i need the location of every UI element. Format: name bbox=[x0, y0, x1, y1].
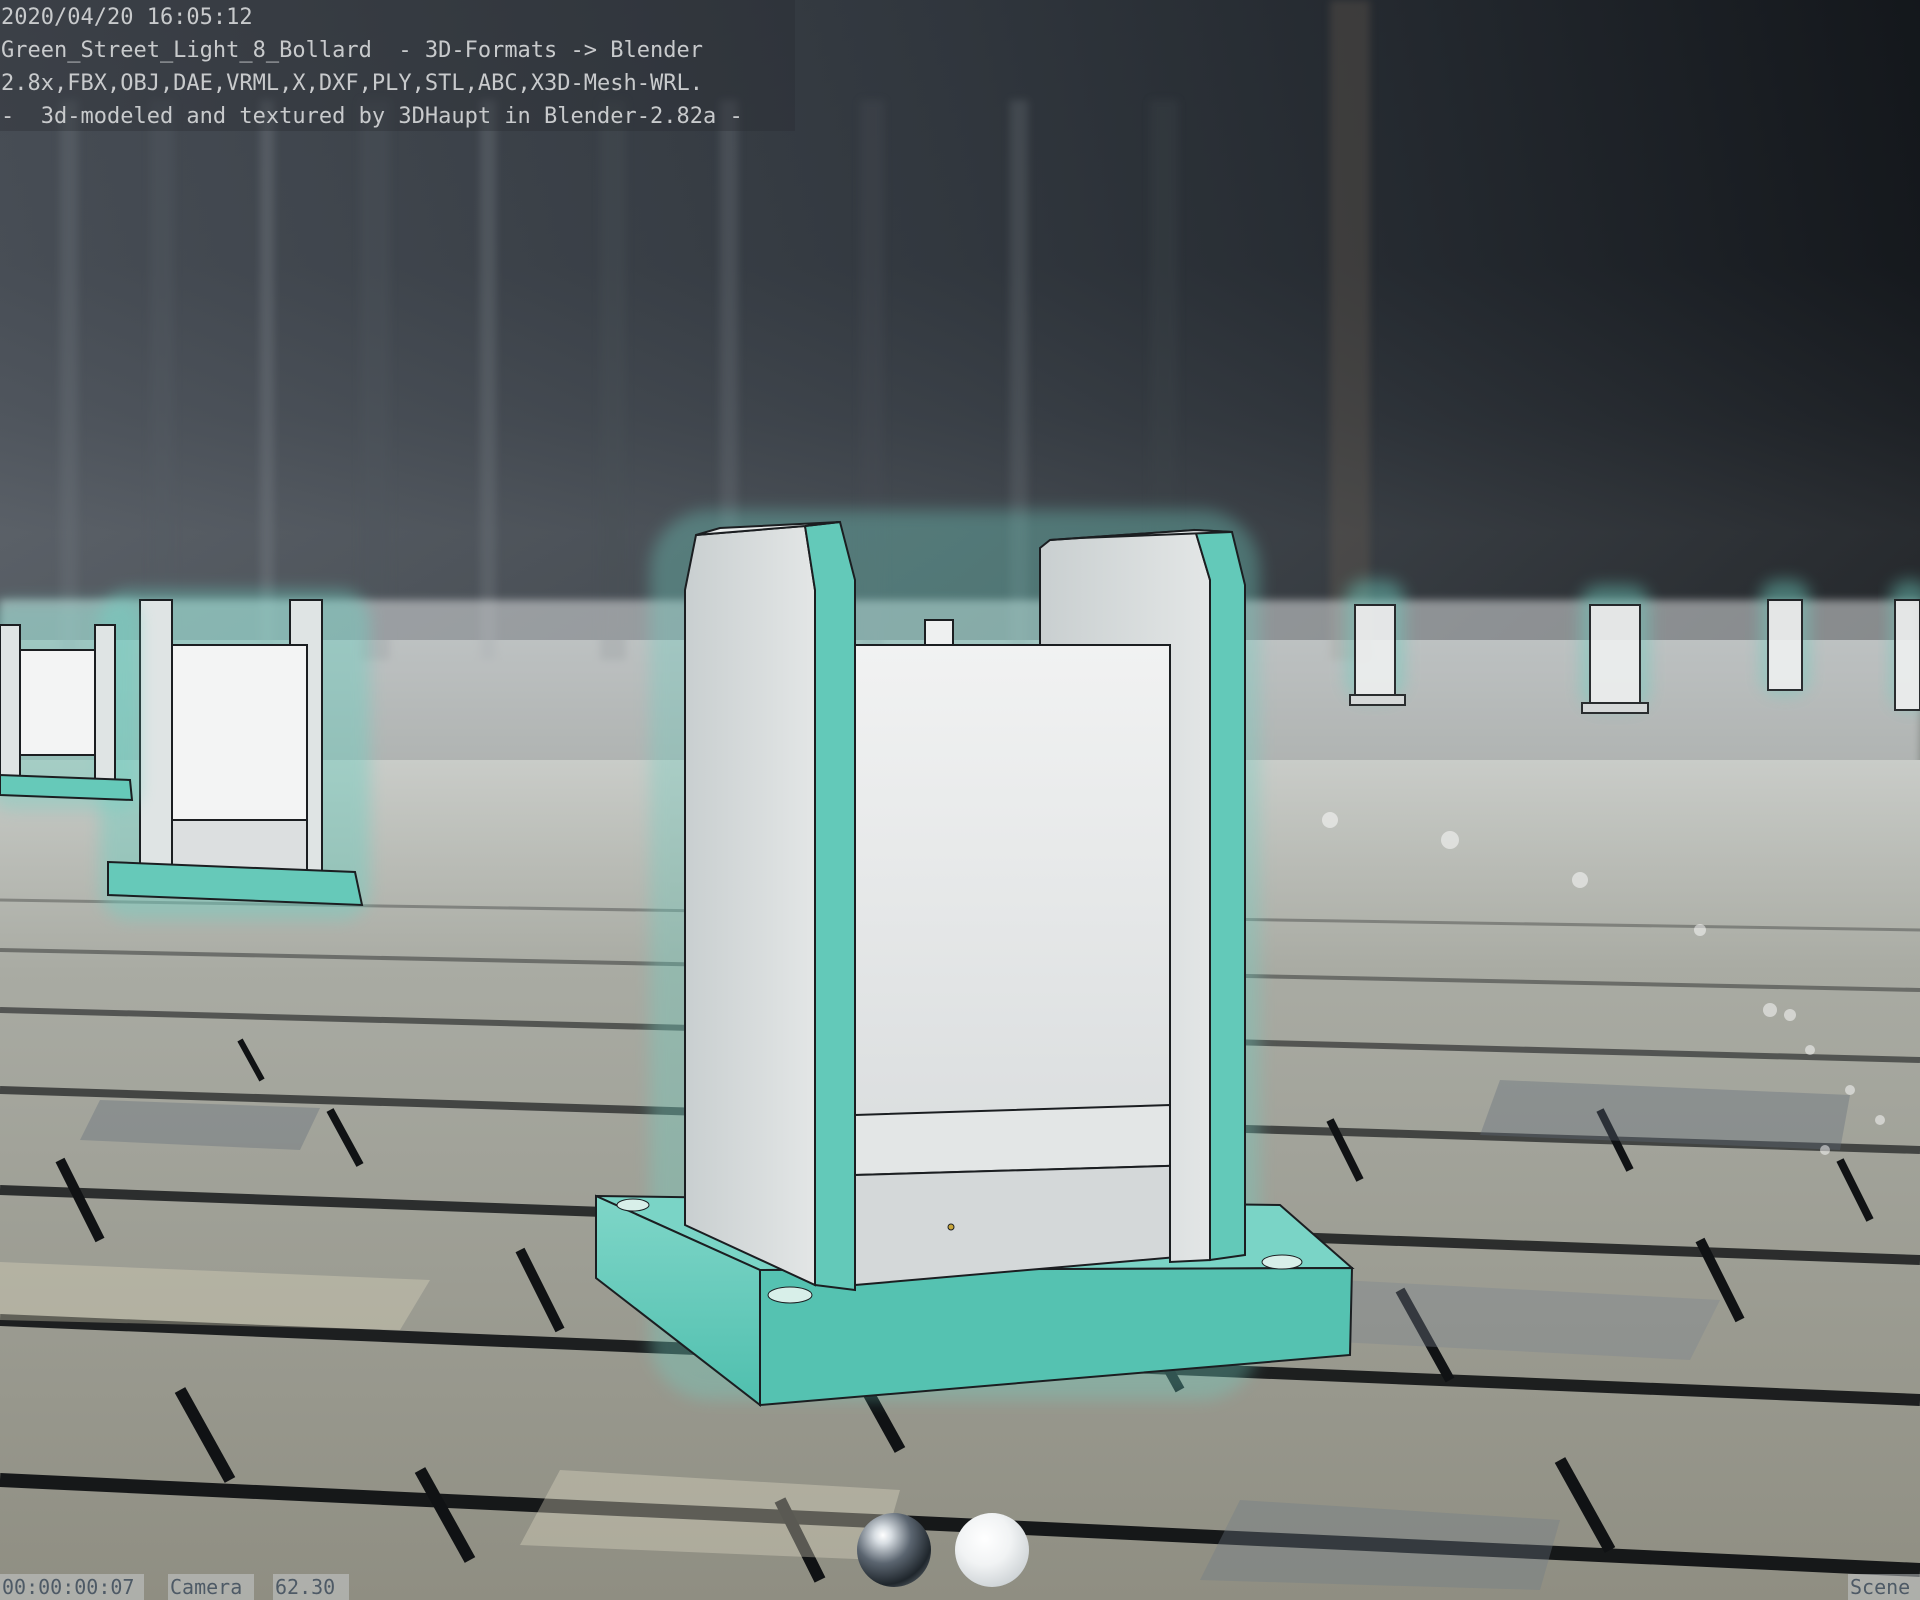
lens-value: 62.30 bbox=[273, 1574, 349, 1600]
render-scene bbox=[0, 0, 1920, 1600]
far-left-bollard bbox=[0, 600, 140, 810]
render-viewport: 2020/04/20 16:05:12 Green_Street_Light_8… bbox=[0, 0, 1920, 1600]
frame-time: 00:00:00:07 bbox=[0, 1574, 144, 1600]
scene-name: Scene bbox=[1848, 1574, 1920, 1600]
main-bollard bbox=[595, 510, 1355, 1408]
stamp-credit: - 3d-modeled and textured by 3DHaupt in … bbox=[1, 104, 743, 129]
stamp-date: 2020/04/20 16:05:12 bbox=[1, 5, 253, 30]
stamp-title: Green_Street_Light_8_Bollard - 3D-Format… bbox=[1, 38, 703, 63]
stamp-formats: 2.8x,FBX,OBJ,DAE,VRML,X,DXF,PLY,STL,ABC,… bbox=[1, 71, 703, 96]
render-status-bar: 00:00:00:07 Camera 62.30 Scene bbox=[0, 1574, 1920, 1600]
render-stamp: 2020/04/20 16:05:12 Green_Street_Light_8… bbox=[0, 0, 795, 131]
left-bollard bbox=[100, 590, 370, 920]
camera-name: Camera bbox=[168, 1574, 254, 1600]
